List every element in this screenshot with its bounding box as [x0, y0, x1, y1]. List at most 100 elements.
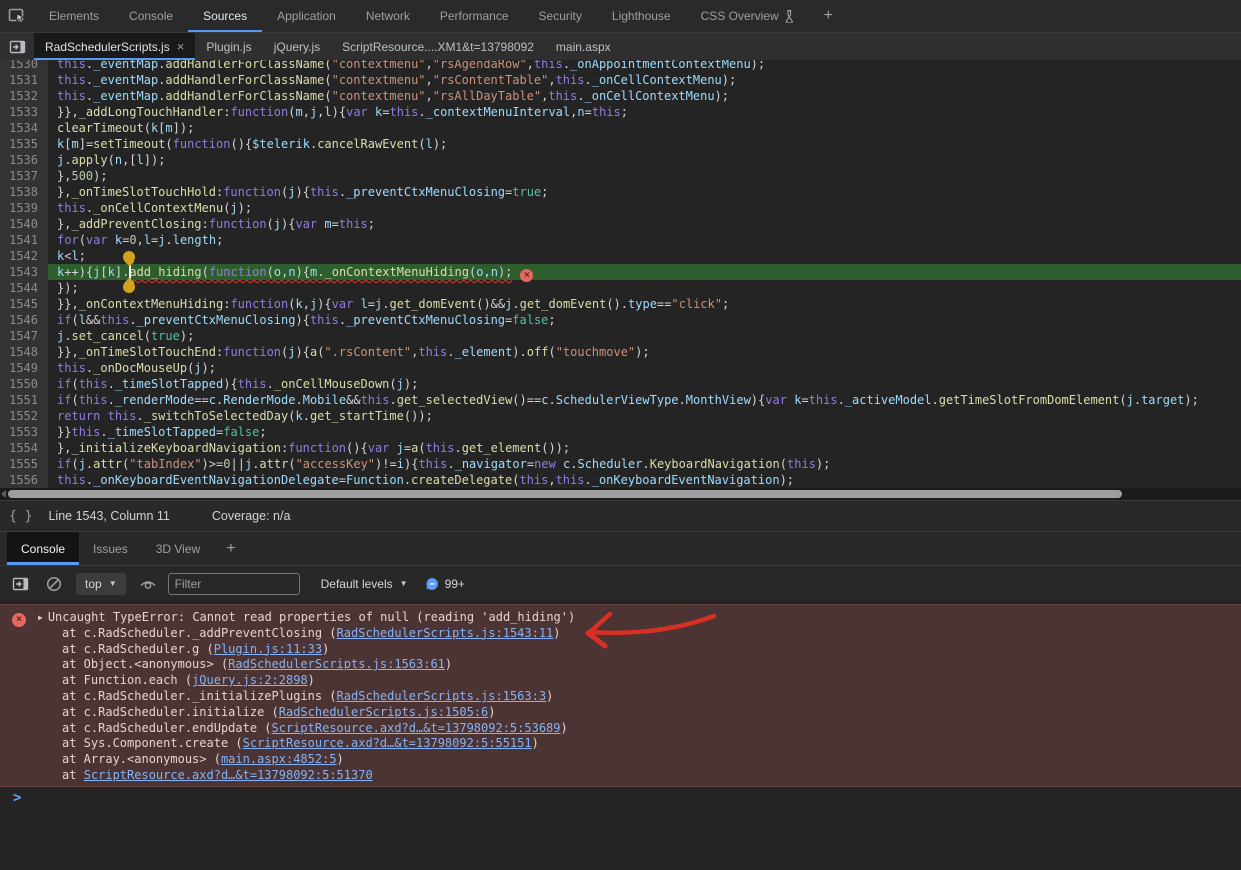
line-number[interactable]: 1533	[0, 104, 48, 120]
expand-triangle-icon[interactable]: ▶	[38, 613, 43, 622]
console-filter-input[interactable]	[168, 573, 300, 595]
line-number[interactable]: 1542	[0, 248, 48, 264]
code-text: this._eventMap.addHandlerForClassName("c…	[48, 60, 1241, 72]
panel-tab-label: Elements	[49, 9, 99, 23]
code-line: 1553}}this._timeSlotTapped=false;	[0, 424, 1241, 440]
line-number[interactable]: 1534	[0, 120, 48, 136]
line-number[interactable]: 1544	[0, 280, 48, 296]
line-number[interactable]: 1550	[0, 376, 48, 392]
stack-frame-link[interactable]: RadSchedulerScripts.js:1563:3	[337, 689, 547, 703]
code-line: 1552return this._switchToSelectedDay(k.g…	[0, 408, 1241, 424]
code-line: 1549this._onDocMouseUp(j);	[0, 360, 1241, 376]
stack-frame-link[interactable]: Plugin.js:11:33	[214, 642, 322, 656]
code-editor[interactable]: 1530this._eventMap.addHandlerForClassNam…	[0, 60, 1241, 488]
panel-tab-network[interactable]: Network	[351, 0, 425, 32]
file-tabs: RadSchedulerScripts.js× Plugin.js jQuery.j…	[34, 33, 622, 60]
file-tab-label: Plugin.js	[206, 40, 251, 54]
console-toolbar: top ▼ Default levels ▼ 99+	[0, 565, 1241, 601]
panel-tab-application[interactable]: Application	[262, 0, 351, 32]
drawer-tab-issues[interactable]: Issues	[79, 532, 142, 565]
panel-tab-sources[interactable]: Sources	[188, 0, 262, 32]
line-number[interactable]: 1540	[0, 216, 48, 232]
console-prompt-chevron[interactable]: >	[13, 790, 21, 806]
code-text: }},_addLongTouchHandler:function(m,j,l){…	[48, 104, 1241, 120]
panel-tab-label: Performance	[440, 9, 509, 23]
more-panels-button[interactable]: +	[812, 0, 845, 32]
javascript-context-dropdown[interactable]: top ▼	[76, 573, 126, 595]
line-number[interactable]: 1538	[0, 184, 48, 200]
log-levels-dropdown[interactable]: Default levels ▼	[321, 577, 408, 591]
stack-frame-link[interactable]: jQuery.js:2:2898	[192, 673, 308, 687]
code-text: if(this._renderMode==c.RenderMode.Mobile…	[48, 392, 1241, 408]
line-number[interactable]: 1530	[0, 60, 48, 72]
clear-console-icon[interactable]	[46, 576, 62, 592]
line-number[interactable]: 1549	[0, 360, 48, 376]
drawer-tab-console[interactable]: Console	[7, 532, 79, 565]
show-navigator-icon[interactable]	[0, 33, 34, 60]
file-tab-plugin-js[interactable]: Plugin.js	[195, 33, 262, 60]
stack-frame-link[interactable]: ScriptResource.axd?d…&t=13798092:5:55151	[243, 736, 532, 750]
panel-tab-console[interactable]: Console	[114, 0, 188, 32]
line-number[interactable]: 1539	[0, 200, 48, 216]
stack-frame-link[interactable]: RadSchedulerScripts.js:1505:6	[279, 705, 489, 719]
line-number[interactable]: 1537	[0, 168, 48, 184]
scrollbar-thumb[interactable]	[8, 490, 1122, 498]
code-text: j.set_cancel(true);	[48, 328, 1241, 344]
selection-handle-top[interactable]	[123, 251, 135, 263]
line-number[interactable]: 1554	[0, 440, 48, 456]
line-number[interactable]: 1551	[0, 392, 48, 408]
stack-frame-link[interactable]: RadSchedulerScripts.js:1563:61	[228, 657, 445, 671]
drawer-tab-bar: ConsoleIssues3D View +	[0, 531, 1241, 565]
show-console-sidebar-icon[interactable]	[12, 577, 29, 591]
file-tab-main-aspx[interactable]: main.aspx	[545, 33, 622, 60]
panel-tab-lighthouse[interactable]: Lighthouse	[597, 0, 686, 32]
file-tab-jquery-js[interactable]: jQuery.js	[263, 33, 331, 60]
scroll-left-arrow-icon[interactable]	[1, 490, 6, 498]
line-number[interactable]: 1531	[0, 72, 48, 88]
line-number[interactable]: 1546	[0, 312, 48, 328]
code-line: 1537},500);	[0, 168, 1241, 184]
panel-tab-security[interactable]: Security	[524, 0, 597, 32]
file-tab-radschedulerscripts-js[interactable]: RadSchedulerScripts.js×	[34, 33, 195, 60]
code-line: 1551if(this._renderMode==c.RenderMode.Mo…	[0, 392, 1241, 408]
pretty-print-icon[interactable]: { }	[9, 509, 32, 524]
live-expression-eye-icon[interactable]	[139, 577, 157, 591]
file-tab-scriptresource-xm1-t-13798092[interactable]: ScriptResource....XM1&t=13798092	[331, 33, 545, 60]
line-number[interactable]: 1532	[0, 88, 48, 104]
line-number[interactable]: 1547	[0, 328, 48, 344]
line-number[interactable]: 1548	[0, 344, 48, 360]
stack-frame-link[interactable]: ScriptResource.axd?d…&t=13798092:5:53689	[272, 721, 561, 735]
editor-horizontal-scrollbar[interactable]	[0, 488, 1241, 500]
stack-frame-link[interactable]: RadSchedulerScripts.js:1543:11	[337, 626, 554, 640]
line-number[interactable]: 1535	[0, 136, 48, 152]
inspect-element-icon[interactable]	[0, 0, 34, 32]
line-number[interactable]: 1541	[0, 232, 48, 248]
line-number[interactable]: 1545	[0, 296, 48, 312]
stack-frame: at c.RadScheduler.initialize (RadSchedul…	[0, 705, 1241, 721]
line-number[interactable]: 1543	[0, 264, 48, 280]
line-number[interactable]: 1555	[0, 456, 48, 472]
panel-tab-elements[interactable]: Elements	[34, 0, 114, 32]
code-line: 1539this._onCellContextMenu(j);	[0, 200, 1241, 216]
file-tab-label: jQuery.js	[274, 40, 320, 54]
chevron-down-icon: ▼	[109, 579, 117, 588]
error-message-text: ▶Uncaught TypeError: Cannot read propert…	[0, 610, 1241, 626]
code-line: 1538},_onTimeSlotTouchHold:function(j){t…	[0, 184, 1241, 200]
stack-frame-link[interactable]: main.aspx:4852:5	[221, 752, 337, 766]
line-number[interactable]: 1536	[0, 152, 48, 168]
panel-tab-css-overview[interactable]: CSS Overview	[686, 0, 812, 32]
code-line: 1532this._eventMap.addHandlerForClassNam…	[0, 88, 1241, 104]
issues-counter[interactable]: 99+	[425, 577, 465, 591]
issues-bubble-icon	[425, 577, 439, 591]
drawer-tab-3d-view[interactable]: 3D View	[142, 532, 214, 565]
stack-frame-link[interactable]: ScriptResource.axd?d…&t=13798092:5:51370	[84, 768, 373, 782]
add-drawer-tab-button[interactable]: +	[214, 532, 247, 565]
close-tab-icon[interactable]: ×	[177, 40, 185, 53]
panel-tab-performance[interactable]: Performance	[425, 0, 524, 32]
console-messages-area: × ▶Uncaught TypeError: Cannot read prope…	[0, 601, 1241, 870]
levels-label: Default levels	[321, 577, 393, 591]
line-number[interactable]: 1552	[0, 408, 48, 424]
line-number[interactable]: 1556	[0, 472, 48, 488]
line-number[interactable]: 1553	[0, 424, 48, 440]
code-text: this._onDocMouseUp(j);	[48, 360, 1241, 376]
